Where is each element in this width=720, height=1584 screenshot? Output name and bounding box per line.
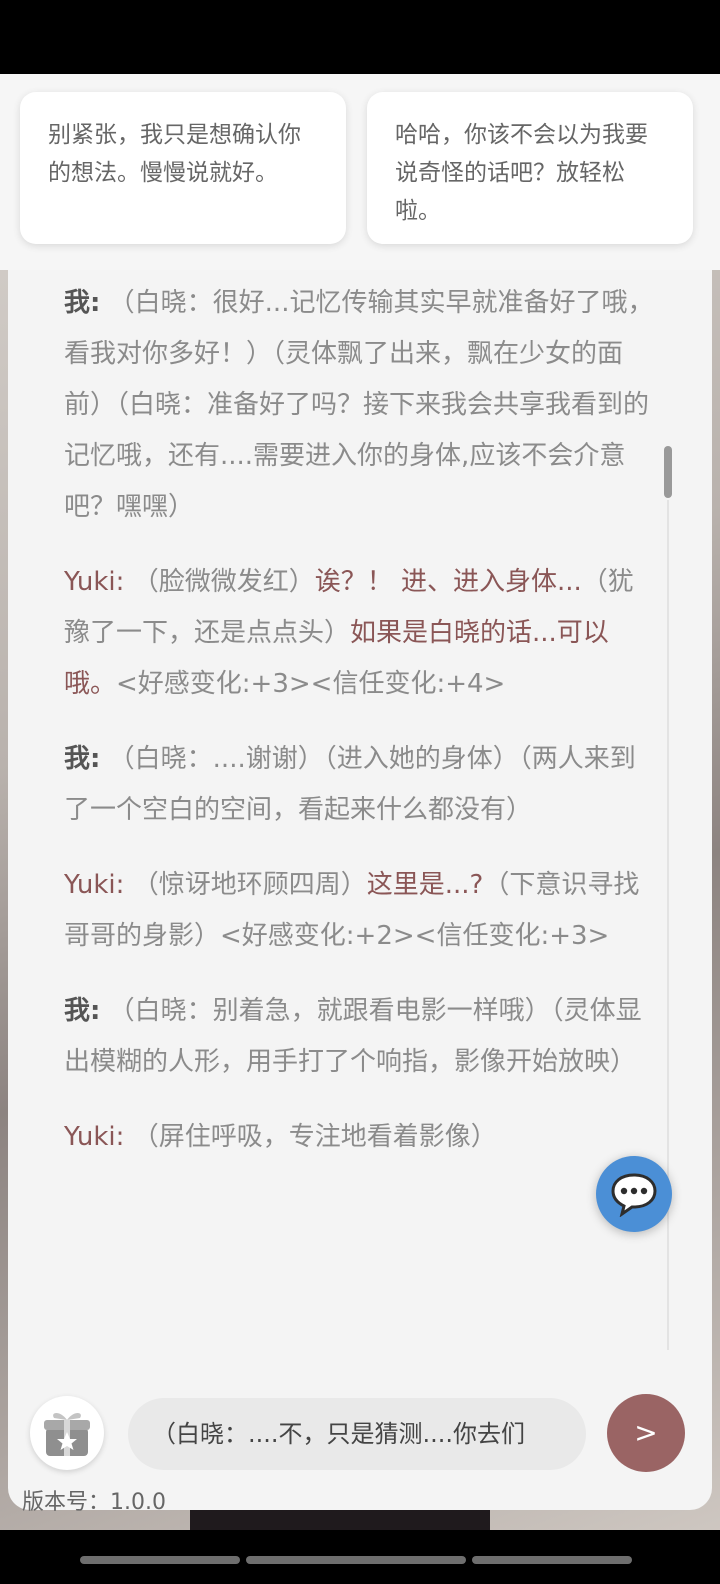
message-speaker: 我: xyxy=(64,996,101,1026)
chat-message: 我: （白晓：很好...记忆传输其实早就准备好了哦，看我对你多好！）（灵体飘了出… xyxy=(64,278,654,533)
chat-message: Yuki: （惊讶地环顾四周）这里是...?（下意识寻找哥哥的身影）<好感变化:… xyxy=(64,860,654,962)
chat-message: 我: （白晓：别着急，就跟看电影一样哦）（灵体显出模糊的人形，用手打了个响指，影… xyxy=(64,986,654,1088)
message-speaker: Yuki: xyxy=(64,567,125,597)
nav-recents-handle[interactable] xyxy=(472,1556,632,1564)
gift-icon xyxy=(44,1413,90,1456)
suggestion-card-1[interactable]: 别紧张，我只是想确认你的想法。慢慢说就好。 xyxy=(20,92,346,244)
message-action: <好感变化:+3><信任变化:+4> xyxy=(116,669,506,699)
send-button[interactable]: > xyxy=(607,1394,685,1472)
gift-button[interactable] xyxy=(30,1396,104,1470)
scrollbar-track xyxy=(667,500,669,1350)
suggestion-text: 别紧张，我只是想确认你的想法。慢慢说就好。 xyxy=(48,122,301,186)
message-speaker: Yuki: xyxy=(64,870,125,900)
message-action: （屏住呼吸，专注地看着影像） xyxy=(132,1122,497,1152)
version-label: 版本号：1.0.0 xyxy=(22,1490,166,1515)
chat-message: Yuki: （屏住呼吸，专注地看着影像） xyxy=(64,1112,654,1163)
suggestion-text: 哈哈，你该不会以为我要说奇怪的话吧？放轻松啦。 xyxy=(395,122,648,224)
message-action: （白晓：很好...记忆传输其实早就准备好了哦，看我对你多好！）（灵体飘了出来，飘… xyxy=(64,288,654,522)
chat-message: 我: （白晓：....谢谢）（进入她的身体）（两人来到了一个空白的空间，看起来什… xyxy=(64,734,654,836)
suggestion-card-2[interactable]: 哈哈，你该不会以为我要说奇怪的话吧？放轻松啦。 xyxy=(367,92,693,244)
message-speaker: Yuki: xyxy=(64,1122,125,1152)
chat-bubble-icon xyxy=(611,1173,657,1217)
message-input[interactable] xyxy=(128,1398,586,1470)
message-action: （脸微微发红） xyxy=(132,567,315,597)
message-action: （白晓：....谢谢）（进入她的身体）（两人来到了一个空白的空间，看起来什么都没… xyxy=(64,744,636,825)
chat-bubble-button[interactable] xyxy=(596,1156,672,1232)
nav-back-handle[interactable] xyxy=(80,1556,240,1564)
message-speaker: 我: xyxy=(64,288,101,318)
message-speech: 诶？！ 进、进入身体... xyxy=(314,567,582,597)
chat-message: Yuki: （脸微微发红）诶？！ 进、进入身体...（犹豫了一下，还是点点头）如… xyxy=(64,557,654,710)
message-speaker: 我: xyxy=(64,744,101,774)
message-action: （白晓：别着急，就跟看电影一样哦）（灵体显出模糊的人形，用手打了个响指，影像开始… xyxy=(64,996,642,1077)
chat-history[interactable]: 我: （白晓：很好...记忆传输其实早就准备好了哦，看我对你多好！）（灵体飘了出… xyxy=(64,278,654,1358)
nav-home-handle[interactable] xyxy=(246,1556,466,1564)
message-speech: 这里是...? xyxy=(366,870,484,900)
message-action: （惊讶地环顾四周） xyxy=(132,870,367,900)
scrollbar-thumb[interactable] xyxy=(664,446,672,498)
